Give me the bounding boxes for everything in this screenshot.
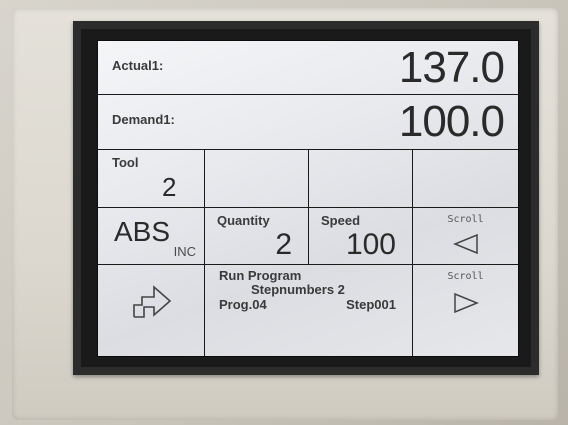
actual-row: Actual1: 137.0 — [98, 41, 518, 95]
actual-value: 137.0 — [398, 43, 505, 92]
settings-row: ABS INC Quantity 2 Speed 100 Scroll — [98, 208, 518, 265]
demand-value: 100.0 — [398, 97, 505, 146]
quantity-label: Quantity — [217, 213, 270, 228]
touch-screen: Actual1: 137.0 Demand1: 100.0 Tool 2 ABS… — [97, 40, 519, 357]
triangle-left-icon — [453, 233, 478, 255]
triangle-right-icon — [454, 292, 479, 314]
empty-cell-2 — [309, 150, 413, 207]
abs-label: ABS — [114, 216, 171, 247]
run-program-button[interactable]: Run Program Stepnumbers 2 Prog.04 Step00… — [205, 265, 413, 356]
tool-cell[interactable]: Tool 2 — [98, 150, 205, 207]
tool-value: 2 — [162, 172, 177, 202]
empty-cell-3 — [413, 150, 518, 207]
program-number: Prog.04 — [219, 297, 267, 312]
tool-label: Tool — [112, 155, 139, 170]
scroll-right-button[interactable]: Scroll — [413, 265, 518, 356]
scroll-right-label: Scroll — [447, 271, 484, 282]
quantity-cell[interactable]: Quantity 2 — [205, 208, 309, 264]
run-program-title: Run Program — [219, 268, 302, 283]
scroll-left-button[interactable]: Scroll — [413, 208, 518, 264]
speed-cell[interactable]: Speed 100 — [309, 208, 413, 264]
stepnumbers-text: Stepnumbers 2 — [251, 282, 345, 297]
step-number: Step001 — [346, 297, 396, 312]
home-button[interactable] — [98, 265, 205, 356]
empty-cell-1 — [205, 150, 309, 207]
actual-label: Actual1: — [112, 58, 164, 73]
speed-value: 100 — [345, 228, 396, 261]
tool-row: Tool 2 — [98, 150, 518, 208]
scroll-left-label: Scroll — [447, 214, 484, 225]
speed-label: Speed — [321, 213, 361, 228]
inc-label: INC — [173, 244, 196, 259]
demand-label: Demand1: — [112, 112, 175, 127]
demand-row: Demand1: 100.0 — [98, 95, 518, 150]
quantity-value: 2 — [275, 228, 292, 261]
abs-inc-button[interactable]: ABS INC — [98, 208, 205, 264]
home-arrow-icon — [133, 285, 172, 318]
program-row: Run Program Stepnumbers 2 Prog.04 Step00… — [98, 265, 518, 356]
